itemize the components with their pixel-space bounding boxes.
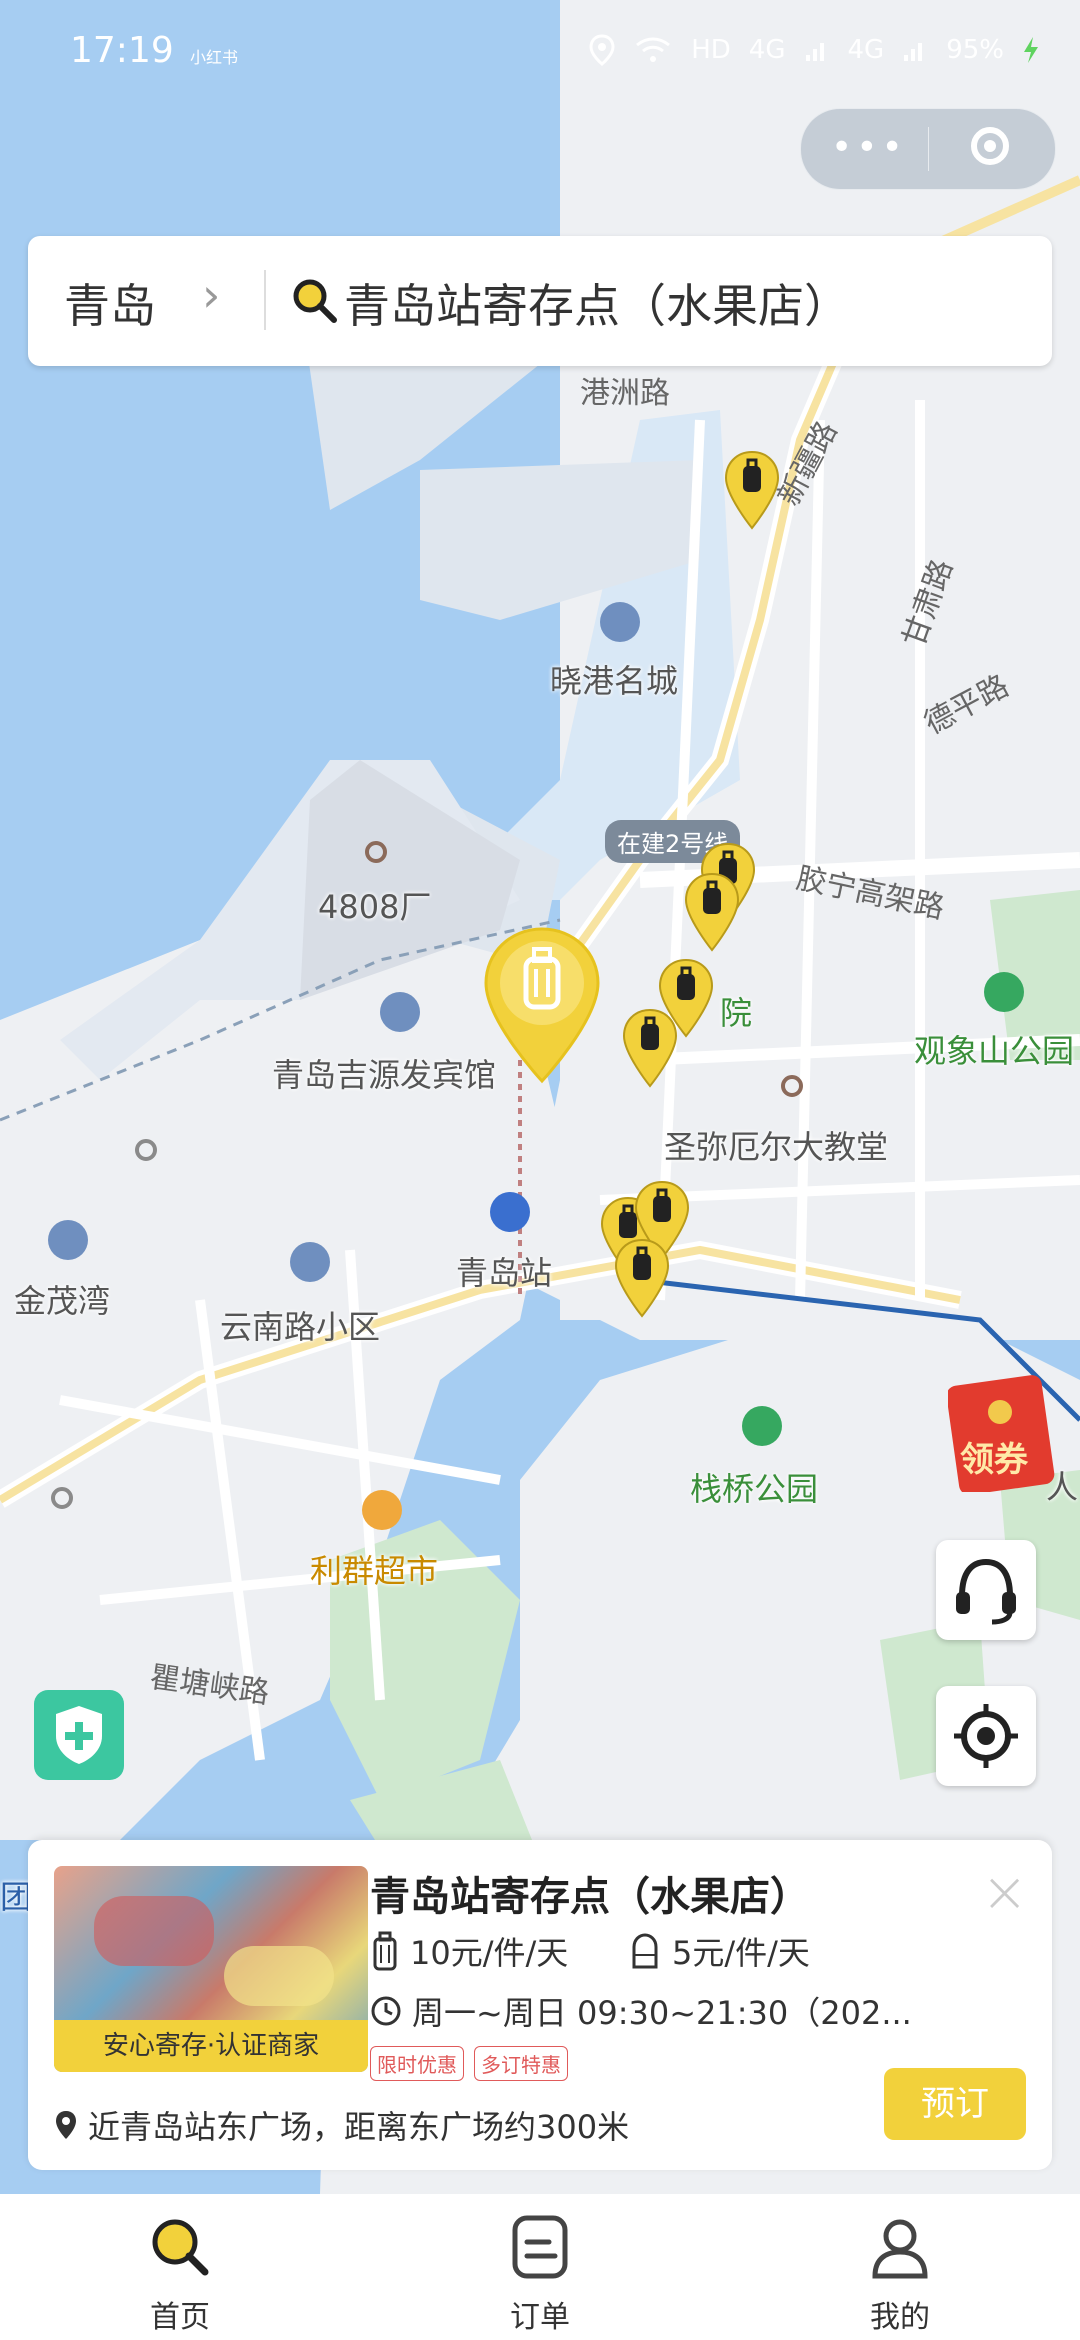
thumbnail-blur <box>224 1946 334 2006</box>
certified-tag: 安心寄存·认证商家 <box>54 2020 368 2072</box>
status-battery: 95% <box>946 35 1004 65</box>
clock-icon <box>371 1996 401 2026</box>
tab-orders[interactable]: 订单 <box>440 2212 640 2336</box>
storage-pin-icon[interactable] <box>620 1008 680 1088</box>
user-profile-icon <box>872 2219 928 2279</box>
map-label-park1: 栈桥公园 <box>690 1470 819 1508</box>
promo-badge-limited: 限时优惠 <box>370 2046 464 2081</box>
city-selector[interactable]: 青岛 <box>64 270 156 336</box>
capsule-divider <box>928 127 929 171</box>
close-card-button[interactable]: × <box>981 1860 1028 1925</box>
map-label-xiaogang: 晓港名城 <box>550 662 679 700</box>
location-icon <box>589 34 615 66</box>
tab-orders-label: 订单 <box>510 2300 570 2335</box>
promo-badges: 限时优惠 多订特惠 <box>370 2046 568 2081</box>
price-small: 5元/件/天 <box>672 1934 810 1972</box>
tab-home[interactable]: 首页 <box>80 2212 280 2336</box>
tab-mine[interactable]: 我的 <box>800 2212 1000 2336</box>
headset-icon <box>956 1558 1016 1625</box>
status-app-note: 小红书 <box>190 48 239 67</box>
locate-target-icon <box>954 1704 1018 1768</box>
thumbnail-blur <box>94 1896 214 1966</box>
reserve-button[interactable]: 预订 <box>884 2068 1026 2140</box>
backpack-icon <box>632 1933 658 1969</box>
selected-storage-pin-icon[interactable] <box>480 925 604 1085</box>
storage-pin-icon[interactable] <box>612 1238 672 1318</box>
wifi-icon <box>636 37 671 62</box>
coupon-button[interactable]: 领券 <box>946 1372 1058 1495</box>
status-right: HD 4G 4G 95% <box>589 34 1040 66</box>
address-row: 近青岛站东广场，距离东广场约300米 <box>54 2102 629 2148</box>
status-signal2: 4G <box>847 35 885 65</box>
shield-plus-icon <box>56 1706 102 1764</box>
price-small-row: 5元/件/天 <box>628 1928 810 1974</box>
search-icon <box>293 279 337 323</box>
search-divider <box>264 270 266 330</box>
status-signal1: 4G <box>748 35 786 65</box>
tab-mine-label: 我的 <box>870 2300 930 2335</box>
store-card[interactable]: 安心寄存·认证商家 青岛站寄存点（水果店） × 10元/件/天 5元/件/天 周… <box>28 1840 1052 2170</box>
chevron-right-icon: › <box>202 268 221 322</box>
hours-row: 周一~周日 09:30~21:30（202... <box>370 1988 912 2034</box>
status-bar: 17:19 小红书 HD 4G 4G 95% <box>0 0 1080 105</box>
store-thumbnail[interactable]: 安心寄存·认证商家 <box>54 1866 368 2072</box>
more-dots-icon[interactable]: ••• <box>831 127 907 168</box>
status-network: HD <box>691 35 731 65</box>
map-label-hospital: 院 <box>720 994 753 1032</box>
signal-bars-icon <box>904 43 923 61</box>
tab-home-label: 首页 <box>150 2300 210 2335</box>
store-title: 青岛站寄存点（水果店） <box>370 1874 810 1920</box>
safety-shield-button[interactable] <box>34 1690 124 1780</box>
locate-me-button[interactable] <box>936 1686 1036 1786</box>
location-pin-icon <box>56 2111 76 2139</box>
store-address: 近青岛站东广场，距离东广场约300米 <box>88 2108 630 2146</box>
price-large: 10元/件/天 <box>410 1934 569 1972</box>
map-label-station: 青岛站 <box>456 1254 553 1292</box>
storage-pin-icon[interactable] <box>722 450 782 530</box>
promo-badge-multi: 多订特惠 <box>474 2046 568 2081</box>
map-label-supermarket: 利群超市 <box>310 1552 439 1590</box>
suitcase-icon <box>373 1931 397 1971</box>
customer-service-button[interactable] <box>936 1540 1036 1640</box>
road-label-gangzhou: 港洲路 <box>580 376 670 411</box>
map-label-yunnan: 云南路小区 <box>220 1308 381 1346</box>
map-label-hotel: 青岛吉源发宾馆 <box>272 1056 497 1094</box>
miniprogram-capsule[interactable]: ••• <box>800 108 1056 190</box>
target-ring-icon[interactable] <box>971 127 1009 165</box>
store-hours: 周一~周日 09:30~21:30（202... <box>412 1994 912 2032</box>
bottom-tab-bar: 首页 订单 我的 <box>0 2194 1080 2340</box>
orders-document-icon <box>512 2215 568 2279</box>
map-label-cathedral: 圣弥厄尔大教堂 <box>664 1128 889 1166</box>
charging-bolt-icon <box>1024 37 1038 63</box>
search-input[interactable]: 青岛站寄存点（水果店） <box>344 270 850 336</box>
coupon-label: 领券 <box>960 1440 1028 1480</box>
map-label-park2: 观象山公园 <box>914 1032 1075 1070</box>
search-home-icon <box>152 2219 209 2276</box>
status-time: 17:19 <box>70 30 174 71</box>
storage-pin-icon[interactable] <box>682 872 742 952</box>
signal-bars-icon <box>805 43 824 61</box>
price-large-row: 10元/件/天 <box>370 1928 568 1974</box>
search-bar[interactable]: 青岛 › 青岛站寄存点（水果店） <box>28 236 1052 366</box>
map-label-factory: 4808厂 <box>318 888 432 926</box>
map-label-jinmao: 金茂湾 <box>14 1282 111 1320</box>
